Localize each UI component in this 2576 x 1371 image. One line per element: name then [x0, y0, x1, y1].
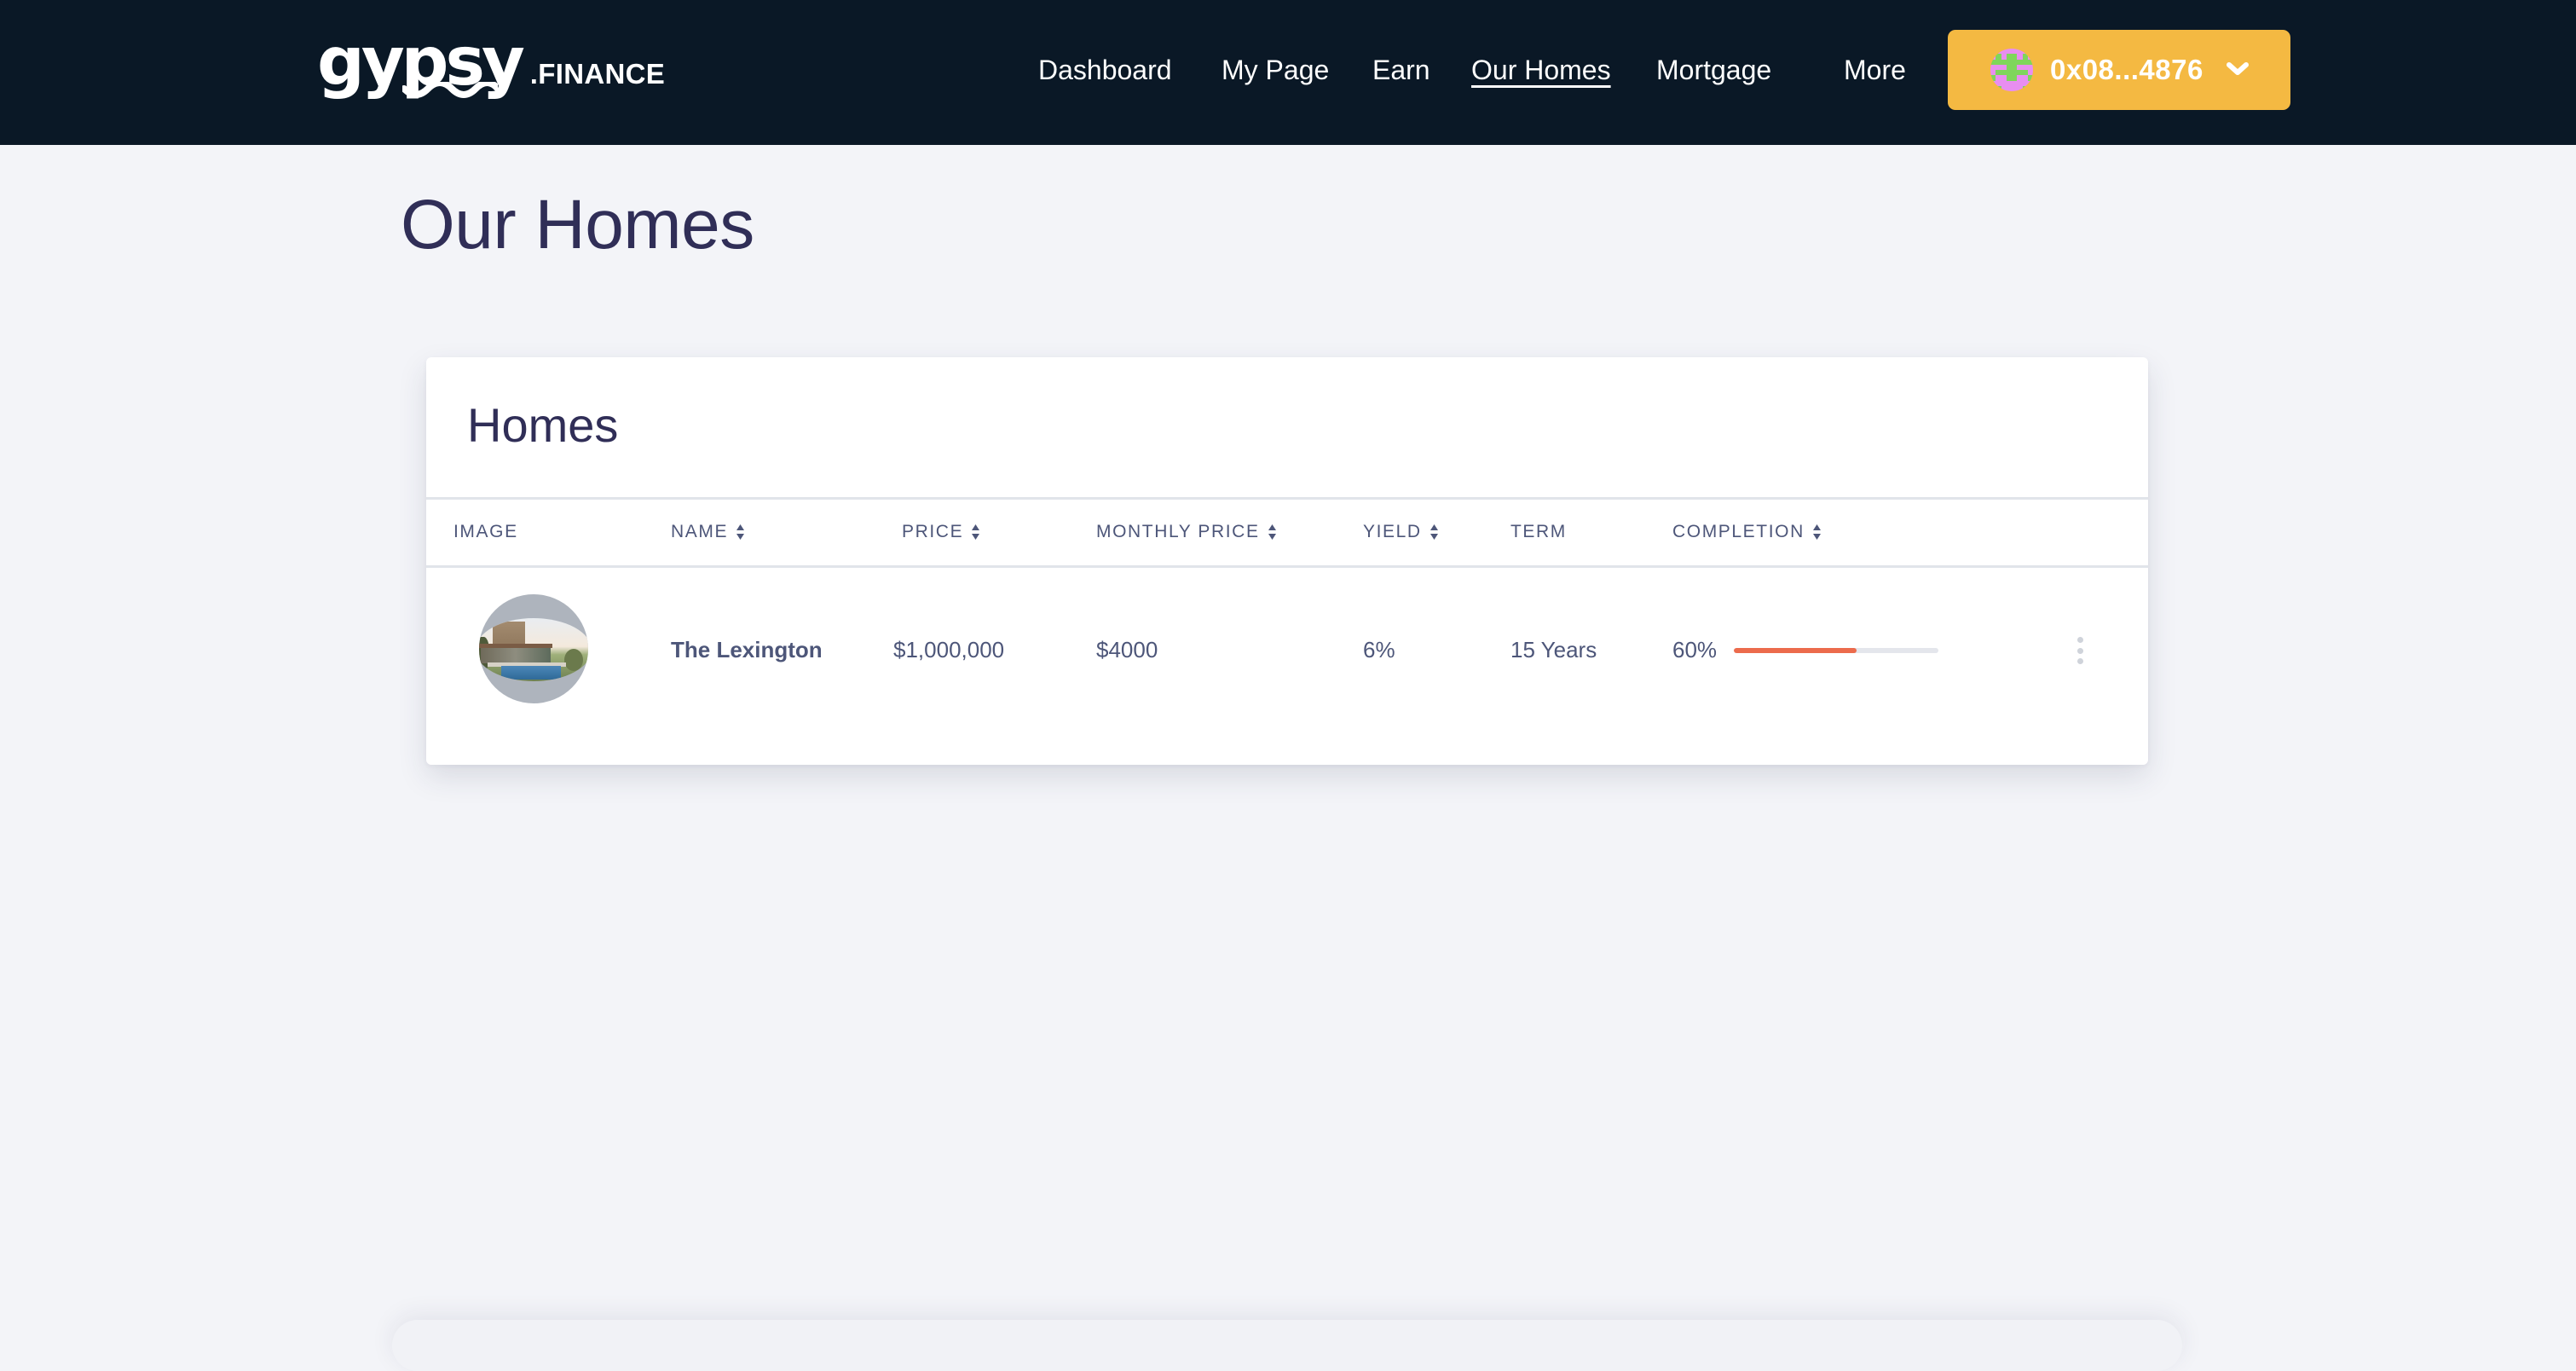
kebab-dot — [2076, 647, 2083, 654]
home-name[interactable]: The Lexington — [671, 634, 823, 665]
completion-progress-bar — [1734, 648, 1938, 653]
homes-table-card: Homes IMAGE NAME PRICE MONTHLY PRICE YIE… — [426, 357, 2148, 765]
identicon-cell — [2027, 85, 2033, 91]
sort-icon — [1268, 524, 1276, 540]
column-header-label: MONTHLY PRICE — [1096, 522, 1260, 541]
photo-house — [481, 648, 551, 663]
column-header-completion[interactable]: COMPLETION — [1672, 521, 1822, 543]
kebab-dot — [2076, 658, 2083, 664]
photo-pool — [501, 666, 561, 680]
sort-icon — [736, 524, 745, 540]
column-header-yield[interactable]: YIELD — [1363, 521, 1439, 543]
column-header-label: COMPLETION — [1672, 522, 1805, 541]
page-title: Our Homes — [401, 186, 754, 263]
photo-olive-tree — [564, 649, 583, 671]
identicon-cell — [2027, 80, 2033, 86]
chevron-down-icon — [2227, 62, 2249, 75]
column-header-name[interactable]: NAME — [671, 521, 745, 543]
sort-icon — [1812, 524, 1821, 540]
column-header-monthly-price[interactable]: MONTHLY PRICE — [1096, 521, 1277, 543]
column-header-label: TERM — [1510, 522, 1567, 541]
identicon-cell — [2022, 85, 2028, 91]
home-thumbnail-image[interactable] — [479, 594, 588, 703]
sort-icon — [972, 524, 980, 540]
card-title: Homes — [467, 398, 619, 452]
nav-dashboard[interactable]: Dashboard — [1038, 51, 1172, 89]
row-more-options-icon[interactable] — [2071, 637, 2088, 664]
home-monthly-price: $4000 — [1096, 637, 1158, 662]
nav-our-homes[interactable]: Our Homes — [1471, 51, 1611, 89]
identicon-cell — [1990, 49, 1996, 55]
wallet-identicon-avatar — [1990, 49, 2033, 91]
column-header-label: NAME — [671, 522, 729, 541]
column-header-price[interactable]: PRICE — [902, 521, 980, 543]
column-header-label: YIELD — [1363, 522, 1422, 541]
gypsy-finance-logo[interactable]: gypsy .FINANCE — [317, 29, 666, 99]
wallet-address: 0x08...4876 — [2050, 54, 2203, 85]
logo-suffix: .FINANCE — [529, 58, 666, 90]
home-completion-percent: 60% — [1672, 637, 1718, 662]
column-header-image: IMAGE — [453, 521, 518, 543]
identicon-cell — [1990, 85, 1996, 91]
home-yield: 6% — [1363, 637, 1395, 662]
identicon-cell — [2027, 49, 2033, 55]
home-price: $1,000,000 — [893, 637, 1005, 662]
nav-earn[interactable]: Earn — [1372, 51, 1430, 89]
table-header-divider — [426, 565, 2148, 568]
house-photo — [479, 618, 588, 681]
completion-progress-fill — [1734, 648, 1857, 653]
top-navigation-bar: gypsy .FINANCE Dashboard My Page Earn Ou… — [0, 0, 2576, 145]
kebab-dot — [2076, 637, 2083, 643]
nav-mortgage[interactable]: Mortgage — [1656, 51, 1771, 89]
home-term: 15 Years — [1510, 637, 1597, 662]
wallet-account-button[interactable]: 0x08...4876 — [1948, 30, 2290, 110]
column-header-term: TERM — [1510, 521, 1567, 543]
logo-wave-icon — [402, 82, 498, 98]
column-header-label: PRICE — [902, 522, 964, 541]
nav-my-page[interactable]: My Page — [1222, 51, 1329, 89]
nav-more[interactable]: More — [1844, 51, 1906, 89]
column-header-label: IMAGE — [453, 522, 518, 541]
sort-icon — [1430, 524, 1438, 540]
next-card-edge — [392, 1320, 2182, 1371]
card-header-divider — [426, 497, 2148, 500]
